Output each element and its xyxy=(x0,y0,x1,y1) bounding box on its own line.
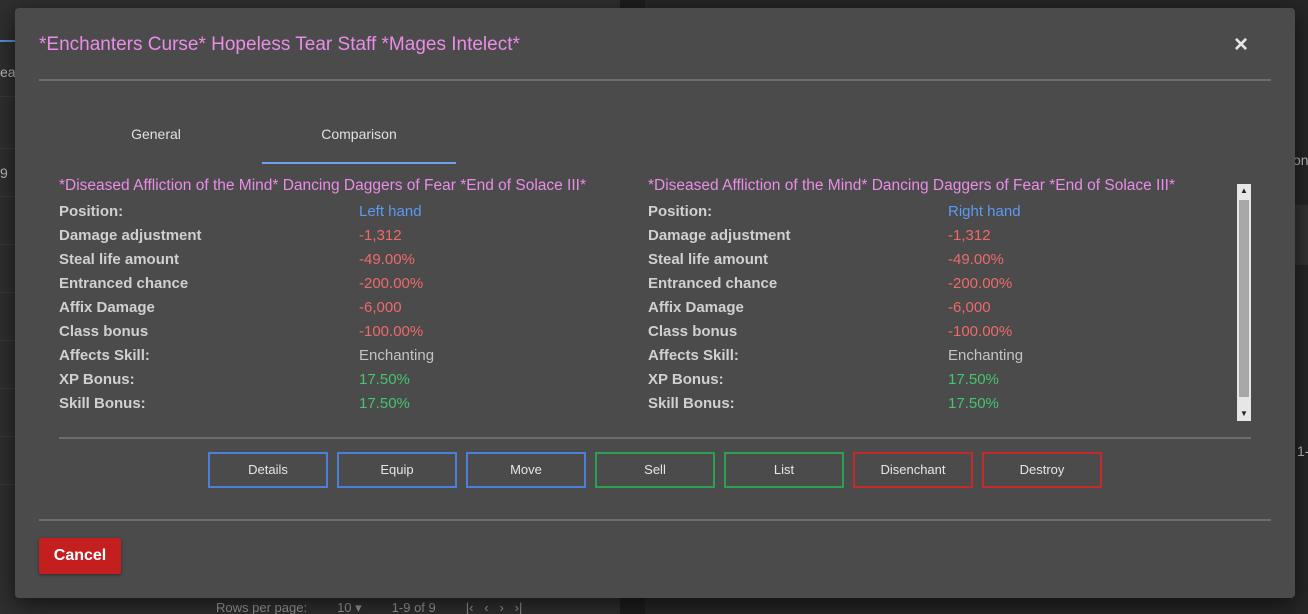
stat-label: Affix Damage xyxy=(648,299,744,316)
pagination-controls[interactable]: |‹ ‹ › ›| xyxy=(466,600,523,614)
stat-label: Steal life amount xyxy=(648,251,769,268)
item-dialog: *Enchanters Curse* Hopeless Tear Staff *… xyxy=(15,8,1295,598)
background-text-fragment: 9 xyxy=(0,165,8,181)
background-text-fragment: 1- xyxy=(1297,443,1308,459)
stat-label: Entranced chance xyxy=(648,275,778,292)
stat-row: Entranced chance -200.00% xyxy=(59,272,629,296)
stat-label: Skill Bonus: xyxy=(59,395,146,412)
pagination-range: 1-9 of 9 xyxy=(391,600,436,614)
stat-label: Damage adjustment xyxy=(648,227,791,244)
stat-row: Skill Bonus: 17.50% xyxy=(59,392,629,414)
background-text-fragment: on xyxy=(1293,152,1308,168)
dialog-title: *Enchanters Curse* Hopeless Tear Staff *… xyxy=(39,34,520,55)
cancel-button[interactable]: Cancel xyxy=(39,538,121,574)
stat-value: -200.00% xyxy=(359,275,424,292)
stat-value: -6,000 xyxy=(948,299,991,316)
actions-divider xyxy=(59,437,1251,439)
stat-value: -49.00% xyxy=(359,251,415,268)
stat-row: Affects Skill: Enchanting xyxy=(648,344,1218,368)
stat-label: XP Bonus: xyxy=(648,371,724,388)
comparison-column-right: *Diseased Affliction of the Mind* Dancin… xyxy=(648,176,1218,414)
stat-value: Enchanting xyxy=(359,347,435,364)
comparison-scrollbar[interactable]: ▲ ▼ xyxy=(1237,184,1251,421)
stat-row: Position: Right hand xyxy=(648,200,1218,224)
stat-row: Damage adjustment -1,312 xyxy=(59,224,629,248)
stat-value: -1,312 xyxy=(948,227,991,244)
scroll-down-arrow-icon[interactable]: ▼ xyxy=(1237,407,1251,421)
stat-row: Affix Damage -6,000 xyxy=(648,296,1218,320)
equip-button[interactable]: Equip xyxy=(337,452,457,488)
tab-comparison[interactable]: Comparison xyxy=(262,116,456,164)
sell-button[interactable]: Sell xyxy=(595,452,715,488)
stat-row: XP Bonus: 17.50% xyxy=(648,368,1218,392)
stat-row: Steal life amount -49.00% xyxy=(59,248,629,272)
stat-value: 17.50% xyxy=(359,371,410,388)
stat-value: Left hand xyxy=(359,203,422,220)
stat-row: Class bonus -100.00% xyxy=(59,320,629,344)
stat-value: 17.50% xyxy=(359,395,410,412)
stat-value: 17.50% xyxy=(948,395,999,412)
item-name: *Diseased Affliction of the Mind* Dancin… xyxy=(648,177,1176,194)
background-tab-indicator xyxy=(0,40,16,42)
header-divider xyxy=(39,79,1271,81)
item-name: *Diseased Affliction of the Mind* Dancin… xyxy=(59,177,587,194)
tab-general[interactable]: General xyxy=(67,116,245,164)
scroll-up-arrow-icon[interactable]: ▲ xyxy=(1237,184,1251,198)
stat-label: XP Bonus: xyxy=(59,371,135,388)
stat-value: -100.00% xyxy=(948,323,1013,340)
stat-row: Class bonus -100.00% xyxy=(648,320,1218,344)
stat-value: -200.00% xyxy=(948,275,1013,292)
background-pagination: Rows per page: 10 ▾ 1-9 of 9 |‹ ‹ › ›| xyxy=(216,600,522,614)
stat-value: -6,000 xyxy=(359,299,402,316)
stat-label: Class bonus xyxy=(59,323,149,340)
stat-value: -49.00% xyxy=(948,251,1004,268)
stat-label: Position: xyxy=(648,203,713,220)
list-button[interactable]: List xyxy=(724,452,844,488)
stat-row: Entranced chance -200.00% xyxy=(648,272,1218,296)
move-button[interactable]: Move xyxy=(466,452,586,488)
close-icon[interactable]: × xyxy=(1229,33,1253,57)
stat-row: Steal life amount -49.00% xyxy=(648,248,1218,272)
stat-value: -100.00% xyxy=(359,323,424,340)
background-text-fragment: ea xyxy=(0,64,16,80)
stat-row: Skill Bonus: 17.50% xyxy=(648,392,1218,414)
rows-per-page-select[interactable]: 10 ▾ xyxy=(337,600,362,614)
scroll-thumb[interactable] xyxy=(1239,200,1249,397)
disenchant-button[interactable]: Disenchant xyxy=(853,452,973,488)
stat-label: Class bonus xyxy=(648,323,738,340)
details-button[interactable]: Details xyxy=(208,452,328,488)
stat-row: Affects Skill: Enchanting xyxy=(59,344,629,368)
stat-label: Skill Bonus: xyxy=(648,395,735,412)
footer-divider xyxy=(39,519,1271,521)
stat-label: Affects Skill: xyxy=(59,347,150,364)
stat-value: 17.50% xyxy=(948,371,999,388)
stat-label: Steal life amount xyxy=(59,251,180,268)
comparison-panel: *Diseased Affliction of the Mind* Dancin… xyxy=(59,176,1251,414)
comparison-column-left: *Diseased Affliction of the Mind* Dancin… xyxy=(59,176,629,414)
stat-label: Entranced chance xyxy=(59,275,189,292)
stat-value: Right hand xyxy=(948,203,1021,220)
stat-label: Position: xyxy=(59,203,124,220)
rows-per-page-label: Rows per page: xyxy=(216,600,308,614)
stat-row: XP Bonus: 17.50% xyxy=(59,368,629,392)
stat-value: -1,312 xyxy=(359,227,402,244)
tab-bar: General Comparison xyxy=(67,116,456,164)
action-buttons: Details Equip Move Sell List Disenchant … xyxy=(208,452,1102,488)
stat-label: Affix Damage xyxy=(59,299,155,316)
stat-row: Damage adjustment -1,312 xyxy=(648,224,1218,248)
stat-row: Affix Damage -6,000 xyxy=(59,296,629,320)
stat-value: Enchanting xyxy=(948,347,1024,364)
stat-label: Affects Skill: xyxy=(648,347,739,364)
destroy-button[interactable]: Destroy xyxy=(982,452,1102,488)
stat-label: Damage adjustment xyxy=(59,227,202,244)
stat-row: Position: Left hand xyxy=(59,200,629,224)
